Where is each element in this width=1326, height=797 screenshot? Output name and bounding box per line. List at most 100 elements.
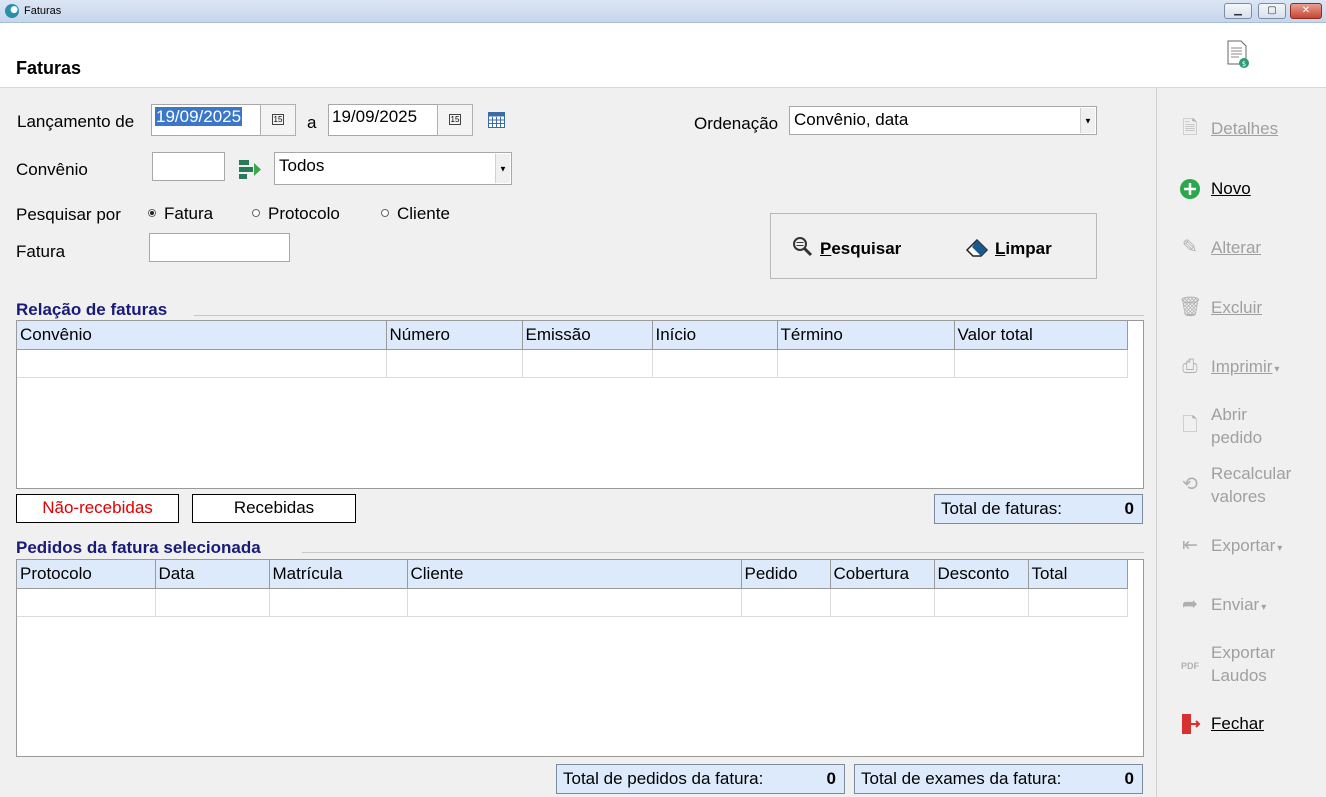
invoices-table[interactable]: Convênio Número Emissão Início Término V… (16, 320, 1144, 489)
imprimir-button[interactable]: ⎙ Imprimir ▾ (1178, 355, 1318, 379)
date-to-input[interactable]: 19/09/2025 (328, 104, 438, 136)
fatura-input[interactable] (149, 233, 290, 262)
send-arrow-icon: ➦ (1182, 594, 1198, 615)
trash-icon: 🗑 (1178, 297, 1203, 318)
date-from-value: 19/09/2025 (155, 107, 243, 126)
orders-table[interactable]: Protocolo Data Matrícula Cliente Pedido … (16, 559, 1144, 757)
imprimir-label: Imprimir (1211, 357, 1273, 376)
total-exames-fatura: Total de exames da fatura: 0 (854, 764, 1143, 794)
printer-icon: ⎙ (1182, 356, 1198, 377)
recalculate-icon: ⟲ (1182, 474, 1198, 495)
col-pedido[interactable]: Pedido (741, 560, 831, 589)
open-document-icon: 🗋 (1182, 415, 1198, 436)
eraser-icon (965, 238, 989, 257)
col-numero[interactable]: Número (386, 321, 523, 350)
chevron-down-icon: ▾ (1274, 364, 1280, 375)
table-row[interactable] (17, 588, 1128, 617)
col-protocolo[interactable]: Protocolo (17, 560, 156, 589)
page-title: Faturas (16, 58, 82, 78)
enviar-button[interactable]: ➦ Enviar ▾ (1178, 593, 1318, 617)
abrir-label-2: pedido (1211, 428, 1263, 447)
search-accel: P (820, 239, 832, 258)
date-to-calendar-button[interactable]: 15 (437, 104, 473, 136)
col-valor-total[interactable]: Valor total (954, 321, 1128, 350)
exportar-button[interactable]: ⇤ Exportar ▾ (1178, 534, 1318, 558)
total-pedidos-fatura: Total de pedidos da fatura: 0 (556, 764, 845, 794)
search-icon (793, 237, 813, 257)
radio-cliente-label: Cliente (397, 204, 450, 223)
col-convenio[interactable]: Convênio (17, 321, 387, 350)
pesquisar-por-label: Pesquisar por (16, 205, 121, 224)
col-inicio[interactable]: Início (652, 321, 778, 350)
col-cliente[interactable]: Cliente (407, 560, 742, 589)
window-title: Faturas (24, 5, 62, 17)
col-cobertura[interactable]: Cobertura (830, 560, 935, 589)
fechar-label: Fechar (1211, 714, 1264, 733)
page-header: Faturas $ (0, 23, 1326, 88)
recalc-label-1: Recalcular (1211, 464, 1292, 483)
col-total[interactable]: Total (1028, 560, 1128, 589)
close-window-button[interactable]: ✕ (1290, 3, 1322, 19)
ordenacao-label: Ordenação (694, 114, 779, 133)
chevron-down-icon (495, 154, 510, 183)
ordenacao-select[interactable]: Convênio, data (789, 106, 1097, 135)
explaudos-label-1: Exportar (1211, 643, 1276, 662)
exit-door-icon (1178, 713, 1202, 735)
col-desconto[interactable]: Desconto (934, 560, 1029, 589)
calendar-icon: 15 (271, 114, 285, 125)
excluir-button[interactable]: 🗑 Excluir (1178, 296, 1318, 320)
exportar-laudos-button[interactable]: PDF Exportar Laudos (1178, 641, 1318, 689)
abrir-pedido-button[interactable]: 🗋 Abrir pedido (1178, 403, 1318, 451)
chevron-down-icon: ▾ (1277, 543, 1283, 554)
convenio-code-input[interactable] (152, 152, 225, 181)
date-from-input[interactable]: 19/09/2025 (151, 104, 261, 136)
total-faturas-value: 0 (1124, 499, 1134, 518)
search-button[interactable]: Pesquisar (792, 236, 901, 259)
fechar-button[interactable]: Fechar (1178, 712, 1318, 736)
col-termino[interactable]: Término (777, 321, 955, 350)
radio-protocolo-label: Protocolo (268, 204, 340, 223)
lancamento-label: Lançamento de (17, 112, 135, 131)
excluir-label: Excluir (1211, 298, 1263, 317)
convenio-lookup-icon[interactable] (238, 159, 262, 181)
fatura-label: Fatura (16, 242, 66, 261)
col-data[interactable]: Data (155, 560, 270, 589)
minimize-button[interactable]: ▁ (1224, 3, 1252, 19)
col-matricula[interactable]: Matrícula (269, 560, 408, 589)
novo-label: Novo (1211, 179, 1251, 198)
clear-label: impar (1005, 239, 1052, 258)
app-icon (5, 4, 19, 18)
svg-text:$: $ (1242, 60, 1246, 68)
recalcular-valores-button[interactable]: ⟲ Recalcular valores (1178, 462, 1318, 510)
document-icon: 🗎 (1182, 118, 1198, 139)
col-emissao[interactable]: Emissão (522, 321, 653, 350)
ordenacao-value: Convênio, data (794, 110, 909, 129)
radio-protocolo[interactable]: Protocolo (252, 204, 340, 224)
radio-icon (252, 208, 260, 217)
tab-recebidas[interactable]: Recebidas (192, 494, 356, 523)
calendar-grid-icon[interactable] (488, 112, 505, 128)
clear-button[interactable]: Limpar (965, 236, 1052, 259)
detalhes-button[interactable]: 🗎 Detalhes (1178, 117, 1318, 141)
explaudos-label-2: Laudos (1211, 666, 1267, 685)
section-divider (194, 315, 1144, 316)
radio-fatura-label: Fatura (164, 204, 214, 223)
alterar-label: Alterar (1211, 238, 1262, 257)
recalc-label-2: valores (1211, 487, 1266, 506)
chevron-down-icon: ▾ (1261, 602, 1267, 613)
convenio-select[interactable]: Todos (274, 152, 512, 185)
date-from-calendar-button[interactable]: 15 (260, 104, 296, 136)
novo-button[interactable]: Novo (1178, 177, 1318, 201)
alterar-button[interactable]: ✎ Alterar (1178, 236, 1318, 260)
clear-accel: L (995, 239, 1006, 258)
tab-nao-recebidas[interactable]: Não-recebidas (16, 494, 179, 523)
invoice-document-icon: $ (1227, 40, 1249, 68)
maximize-button[interactable]: ▢ (1258, 3, 1286, 19)
chevron-down-icon (1080, 108, 1095, 133)
exportar-label: Exportar (1211, 536, 1276, 555)
detalhes-label: Detalhes (1211, 119, 1279, 138)
invoices-section-title: Relação de faturas (16, 300, 168, 319)
radio-cliente[interactable]: Cliente (381, 204, 450, 224)
table-row[interactable] (17, 349, 1128, 378)
radio-fatura[interactable]: Fatura (148, 204, 213, 224)
